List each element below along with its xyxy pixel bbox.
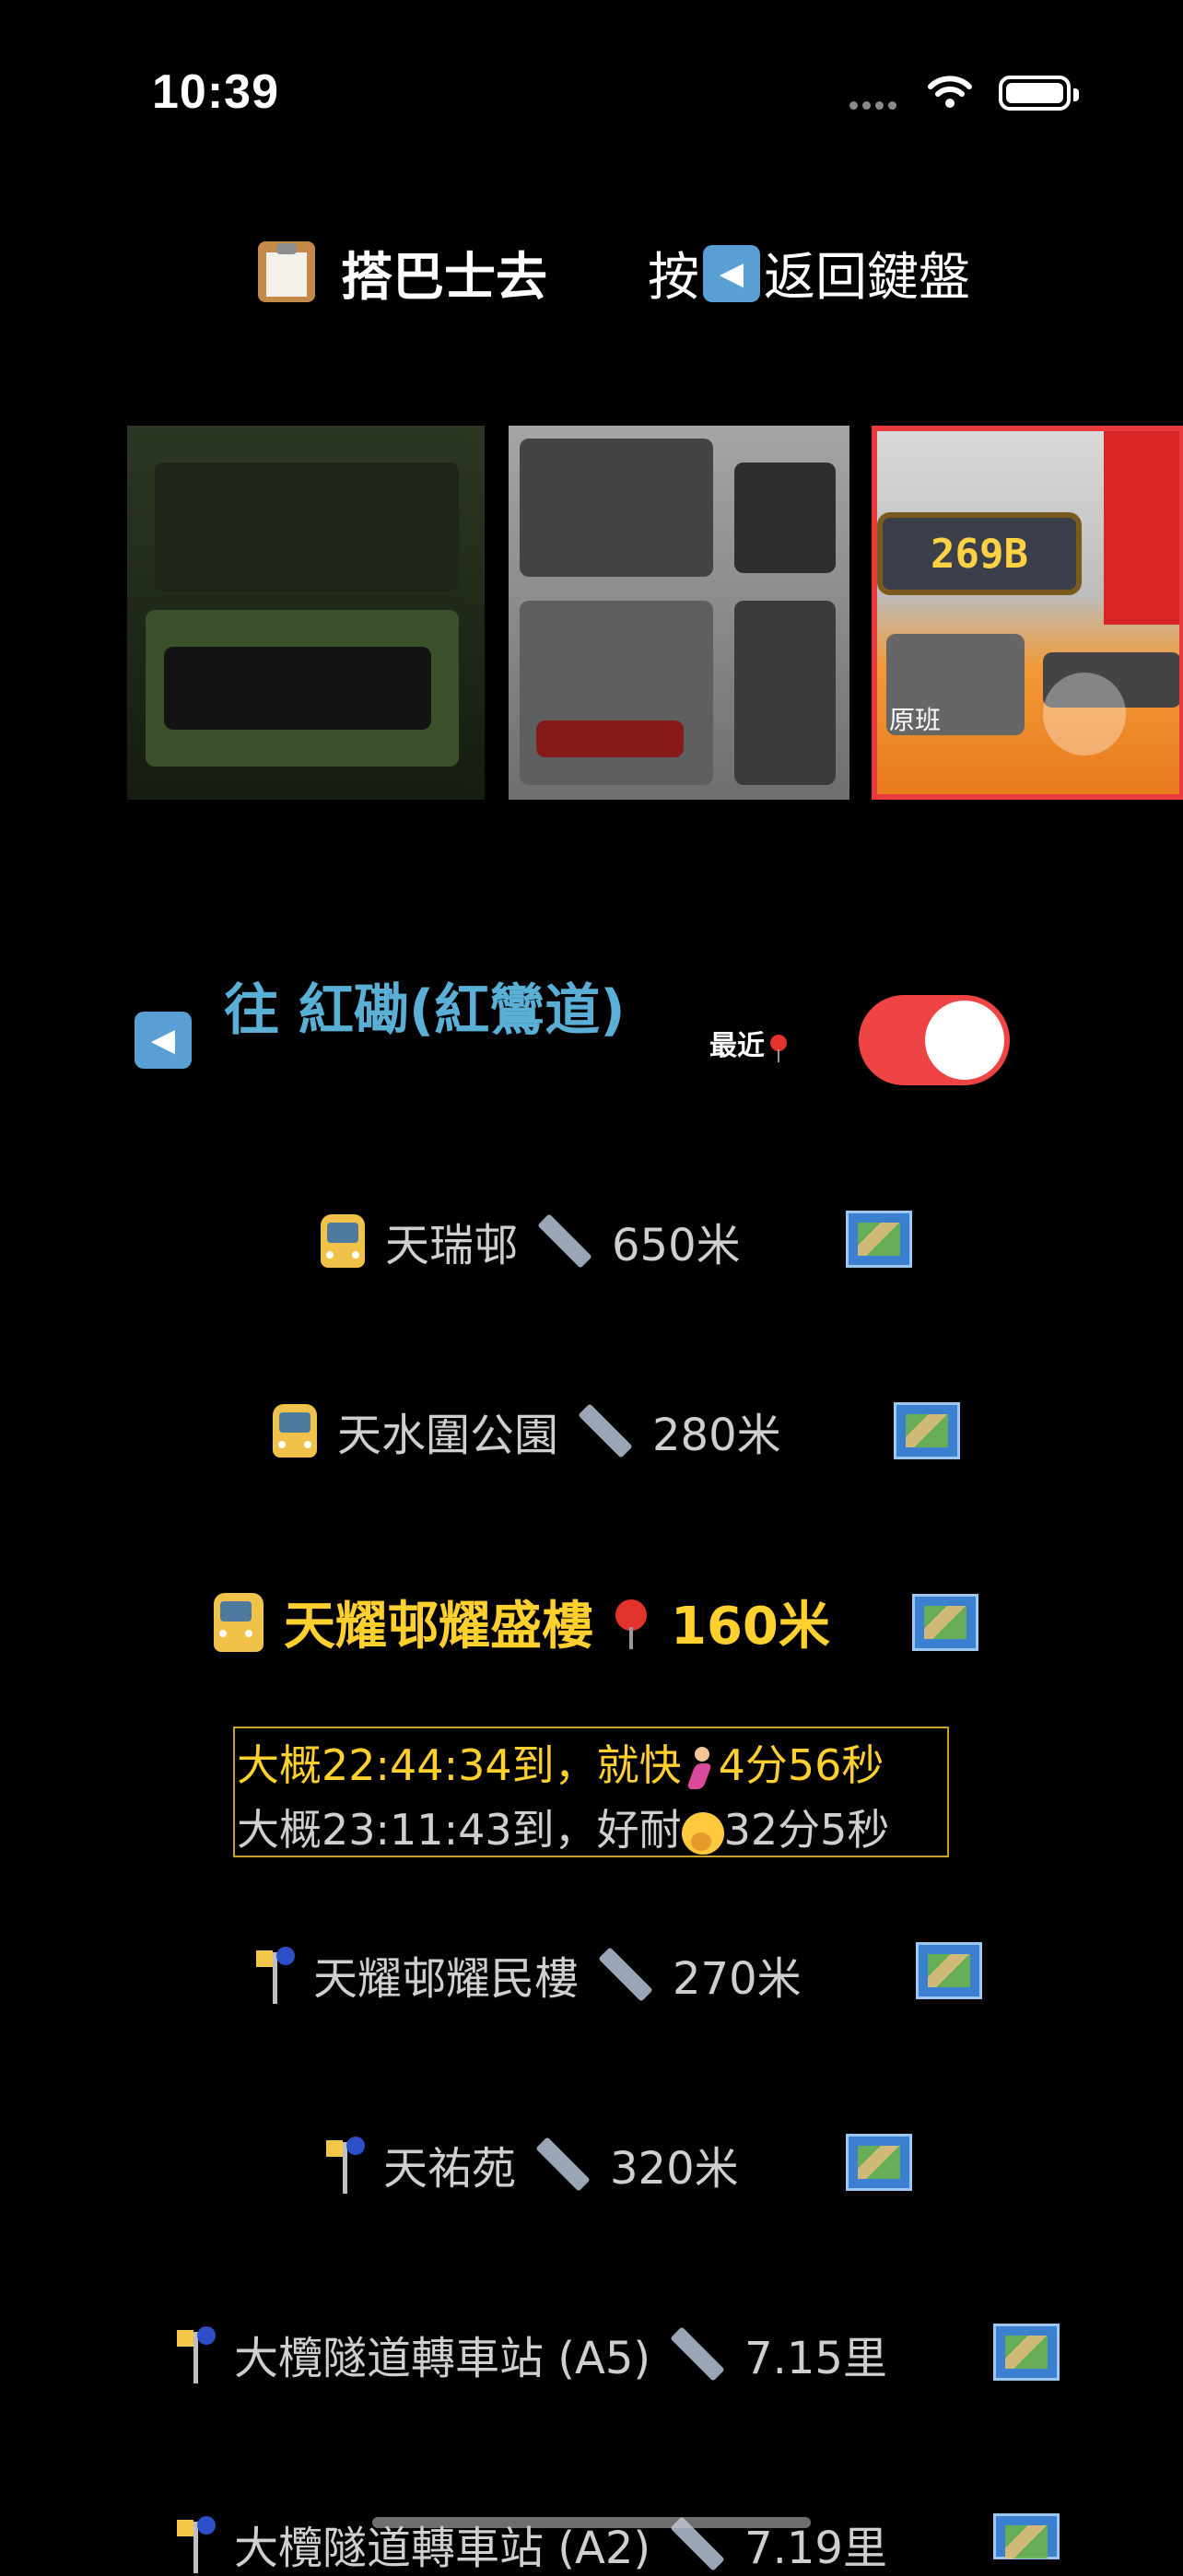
signal-dot-icon xyxy=(862,101,871,110)
stop-row[interactable]: 天水圍公園 280米 xyxy=(273,1399,781,1463)
eta-line: 大概22:44:34到，就快 4分56秒 xyxy=(237,1740,884,1791)
runner-icon xyxy=(682,1746,719,1791)
ruler-icon xyxy=(535,2137,591,2192)
nearest-text: 最近 xyxy=(709,1030,765,1062)
map-icon[interactable] xyxy=(993,2513,1060,2559)
stop-distance: 270米 xyxy=(673,1953,802,2005)
home-indicator[interactable] xyxy=(372,2517,811,2528)
stop-row-current[interactable]: 天耀邨耀盛樓 160米 xyxy=(214,1585,830,1659)
ruler-icon xyxy=(578,1403,633,1458)
bus-stop-icon xyxy=(326,2137,365,2194)
bus-stop-icon xyxy=(177,2516,216,2573)
pin-icon xyxy=(615,1598,647,1649)
stop-name: 大欖隧道轉車站 (A5) xyxy=(234,2333,651,2384)
ruler-icon xyxy=(537,1213,592,1269)
map-icon[interactable] xyxy=(894,1402,960,1459)
ruler-icon xyxy=(598,1947,653,2002)
map-icon[interactable] xyxy=(993,2324,1060,2381)
wifi-icon xyxy=(928,76,972,108)
direction-label: 往 紅磡(紅鸞道) xyxy=(224,978,626,1043)
bus-photo-card[interactable] xyxy=(127,426,485,800)
hint-prefix: 按 xyxy=(648,248,699,308)
signal-dot-icon xyxy=(888,101,896,110)
ruler-icon xyxy=(670,2326,725,2382)
signal-dot-icon xyxy=(875,101,884,110)
battery-cap xyxy=(1073,88,1079,101)
stop-name: 天耀邨耀民樓 xyxy=(313,1953,580,2005)
signal-dot-icon xyxy=(849,101,858,110)
stop-row[interactable]: 天祐苑 320米 xyxy=(326,2132,739,2196)
headlight xyxy=(1043,673,1126,755)
map-icon[interactable] xyxy=(846,1211,912,1268)
bus-icon xyxy=(214,1592,264,1652)
status-time: 10:39 xyxy=(152,65,279,119)
clipboard-icon xyxy=(258,241,315,302)
stop-name: 天瑞邨 xyxy=(385,1220,519,1271)
eta-box: 大概22:44:34到，就快 4分56秒 大概23:11:43到，好耐 32分5秒 xyxy=(233,1727,949,1857)
stop-distance: 650米 xyxy=(612,1220,741,1271)
bus-icon xyxy=(321,1214,365,1268)
pin-icon xyxy=(770,1035,787,1062)
stop-distance: 280米 xyxy=(652,1410,781,1461)
bus-photo-card-selected[interactable] xyxy=(872,426,1183,800)
stop-row[interactable]: 天瑞邨 650米 xyxy=(321,1209,741,1273)
map-icon[interactable] xyxy=(912,1594,978,1651)
stop-row[interactable]: 大欖隧道轉車站 (A5) 7.15里 xyxy=(177,2322,887,2386)
stop-distance: 160米 xyxy=(671,1597,830,1657)
nearest-toggle[interactable] xyxy=(859,995,1010,1085)
route-number-badge: 269B xyxy=(877,512,1082,595)
back-arrow-button[interactable]: ◀ xyxy=(135,1012,192,1069)
stop-name: 天水圍公園 xyxy=(337,1410,559,1461)
page-title: 搭巴士去 xyxy=(341,248,547,308)
stop-distance: 320米 xyxy=(610,2143,739,2195)
stop-name: 天祐苑 xyxy=(383,2143,517,2195)
back-arrow-icon: ◀ xyxy=(703,244,760,302)
bus-photo-card[interactable] xyxy=(509,426,849,800)
stop-name: 天耀邨耀盛樓 xyxy=(284,1597,593,1657)
yawn-icon xyxy=(681,1811,724,1855)
stop-distance: 7.15里 xyxy=(744,2333,887,2384)
map-icon[interactable] xyxy=(916,1942,982,1999)
eta-line: 大概23:11:43到，好耐 32分5秒 xyxy=(237,1805,890,1855)
stop-row[interactable]: 天耀邨耀民樓 270米 xyxy=(256,1942,802,2007)
card-caption: 原班 xyxy=(889,705,942,735)
bus-stop-icon xyxy=(256,1947,295,2004)
battery-icon xyxy=(999,76,1071,111)
nearest-label: 最近 xyxy=(709,1023,787,1063)
bus-stop-icon xyxy=(177,2326,216,2383)
bus-icon xyxy=(273,1404,317,1458)
hint-suffix: 返回鍵盤 xyxy=(764,248,970,308)
map-icon[interactable] xyxy=(846,2134,912,2191)
keyboard-hint: 按 ◀ 返回鍵盤 xyxy=(648,236,970,310)
